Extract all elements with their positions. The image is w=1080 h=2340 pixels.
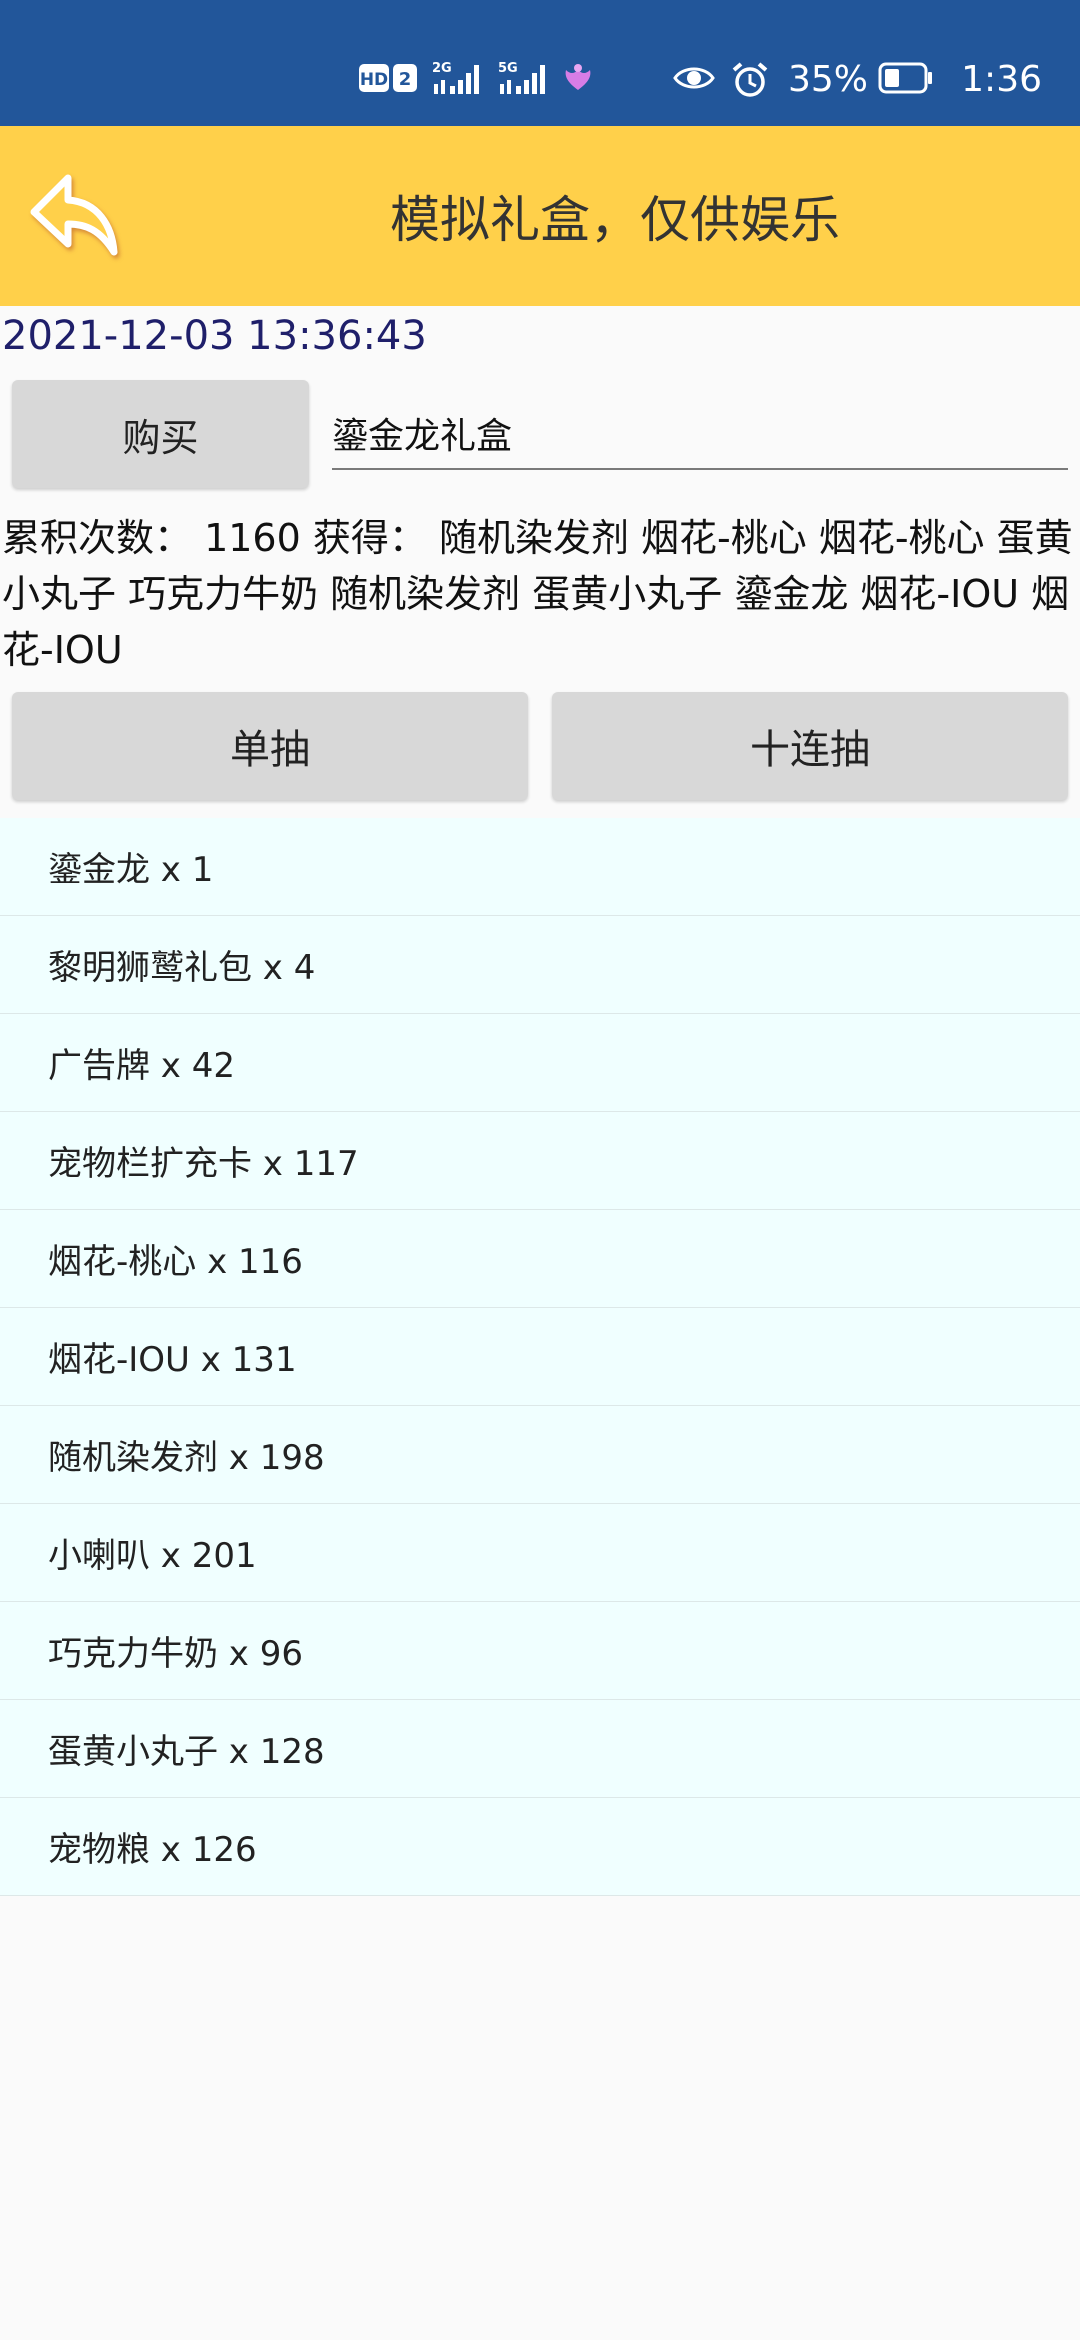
list-item[interactable]: 鎏金龙 x 1 [0,818,1080,916]
alarm-icon [732,62,768,97]
list-item[interactable]: 巧克力牛奶 x 96 [0,1602,1080,1700]
back-arrow-icon[interactable] [28,168,124,264]
svg-text:2G: 2G [432,61,452,76]
signal-2g-icon: 2G [432,61,479,94]
single-draw-button[interactable]: 单抽 [12,692,528,800]
svg-text:2: 2 [399,69,412,90]
ten-draw-button[interactable]: 十连抽 [552,692,1068,800]
list-item[interactable]: 广告牌 x 42 [0,1014,1080,1112]
svg-text:5G: 5G [498,61,518,76]
buy-button[interactable]: 购买 [12,380,309,488]
battery-percent: 35% [787,59,868,100]
list-item[interactable]: 小喇叭 x 201 [0,1504,1080,1602]
notification-app-icon [565,64,591,90]
status-bar: HD 2 2G 5G 35% 1:36 [0,0,1080,126]
hd-volte-icon: HD 2 [359,64,417,92]
page-title: 模拟礼盒，仅供娱乐 [390,191,840,249]
list-item[interactable]: 烟花-IOU x 131 [0,1308,1080,1406]
battery-icon [878,62,932,94]
list-item[interactable]: 随机染发剂 x 198 [0,1406,1080,1504]
draw-summary-text: 累积次数： 1160 获得： 随机染发剂 烟花-桃心 烟花-桃心 蛋黄小丸子 巧… [2,516,1073,672]
signal-5g-icon: 5G [498,61,545,94]
datetime-label: 2021-12-03 13:36:43 [2,313,427,359]
list-item[interactable]: 宠物栏扩充卡 x 117 [0,1112,1080,1210]
list-item[interactable]: 黎明狮鹫礼包 x 4 [0,916,1080,1014]
list-item[interactable]: 宠物粮 x 126 [0,1798,1080,1896]
list-item[interactable]: 蛋黄小丸子 x 128 [0,1700,1080,1798]
item-list: 鎏金龙 x 1 黎明狮鹫礼包 x 4 广告牌 x 42 宠物栏扩充卡 x 117… [0,818,1080,1896]
clock: 1:36 [961,59,1042,100]
svg-text:HD: HD [360,70,388,90]
app-bar: 模拟礼盒，仅供娱乐 [0,126,1080,306]
list-item[interactable]: 烟花-桃心 x 116 [0,1210,1080,1308]
eye-comfort-icon [673,67,715,89]
gift-box-name-field[interactable]: 鎏金龙礼盒 [332,408,1068,470]
